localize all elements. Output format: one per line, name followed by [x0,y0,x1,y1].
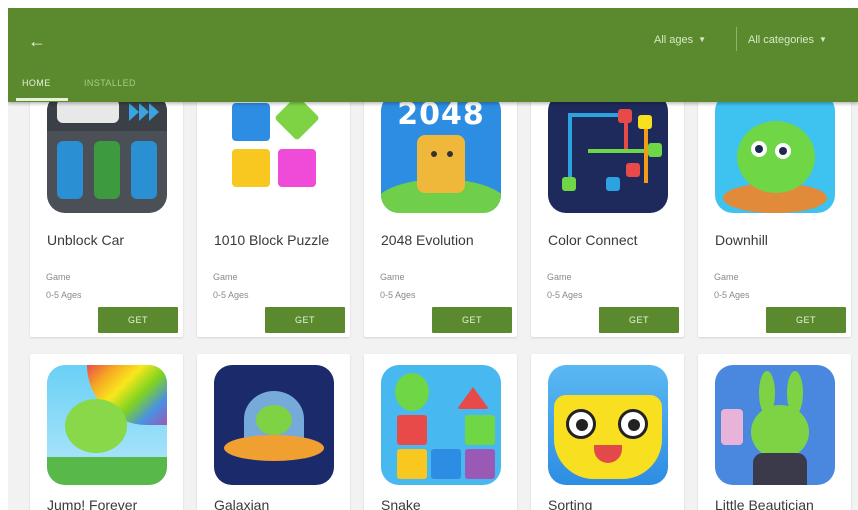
app-category: Game [714,272,739,282]
unblock-car-icon[interactable] [47,93,167,213]
app-title[interactable]: Galaxian [214,496,344,510]
app-title[interactable]: Snake [381,496,511,510]
filter-divider [736,27,737,51]
jump-forever-icon[interactable] [47,365,167,485]
app-card[interactable]: Jump! Forever [30,354,183,510]
ages-filter-dropdown[interactable]: All ages ▼ [654,28,706,52]
app-card[interactable]: Color Connect Game 0-5 Ages GET [531,93,684,337]
app-category: Game [547,272,572,282]
get-button[interactable]: GET [432,307,512,333]
get-button[interactable]: GET [265,307,345,333]
dropdown-arrow-icon: ▼ [819,35,827,44]
get-button[interactable]: GET [98,307,178,333]
block-puzzle-icon[interactable] [214,93,334,213]
dropdown-arrow-icon: ▼ [698,35,707,44]
app-card[interactable]: Sorting [531,354,684,510]
app-card[interactable]: Little Beautician [698,354,851,510]
tab-installed[interactable]: INSTALLED [84,78,136,88]
app-title[interactable]: Color Connect [548,231,678,249]
app-card[interactable]: 1010 Block Puzzle Game 0-5 Ages GET [197,93,350,337]
app-title[interactable]: Little Beautician [715,496,845,510]
app-card[interactable]: Downhill Game 0-5 Ages GET [698,93,851,337]
app-age-range: 0-5 Ages [380,290,416,300]
app-title[interactable]: Unblock Car [47,231,177,249]
app-title[interactable]: Sorting [548,496,678,510]
back-arrow-icon[interactable]: ← [28,30,50,52]
app-age-range: 0-5 Ages [714,290,750,300]
app-category: Game [213,272,238,282]
2048-evolution-icon[interactable]: 2048 [381,93,501,213]
get-button[interactable]: GET [766,307,846,333]
icon-text: 2048 [397,97,485,132]
ages-filter-label: All ages [654,34,694,46]
color-connect-icon[interactable] [548,93,668,213]
little-beautician-icon[interactable] [715,365,835,485]
tab-home[interactable]: HOME [22,78,51,88]
downhill-icon[interactable] [715,93,835,213]
app-card[interactable]: 2048 2048 Evolution Game 0-5 Ages GET [364,93,517,337]
app-window: Unblock Car Game 0-5 Ages GET 1010 Block… [8,8,858,510]
categories-filter-dropdown[interactable]: All categories ▼ [748,28,827,52]
app-age-range: 0-5 Ages [547,290,583,300]
app-card[interactable]: Snake [364,354,517,510]
app-title[interactable]: 2048 Evolution [381,231,511,249]
galaxian-icon[interactable] [214,365,334,485]
get-button[interactable]: GET [599,307,679,333]
app-card[interactable]: Galaxian [197,354,350,510]
app-age-range: 0-5 Ages [46,290,82,300]
app-title[interactable]: Downhill [715,231,845,249]
app-category: Game [380,272,405,282]
snake-icon[interactable] [381,365,501,485]
app-card[interactable]: Unblock Car Game 0-5 Ages GET [30,93,183,337]
active-tab-indicator [16,98,68,101]
app-age-range: 0-5 Ages [213,290,249,300]
sorting-icon[interactable] [548,365,668,485]
app-title[interactable]: Jump! Forever [47,496,177,510]
categories-filter-label: All categories [748,34,815,46]
app-bar: ← All ages ▼ All categories ▼ HOME INSTALL… [8,8,858,102]
app-category: Game [46,272,71,282]
app-title[interactable]: 1010 Block Puzzle [214,231,344,249]
